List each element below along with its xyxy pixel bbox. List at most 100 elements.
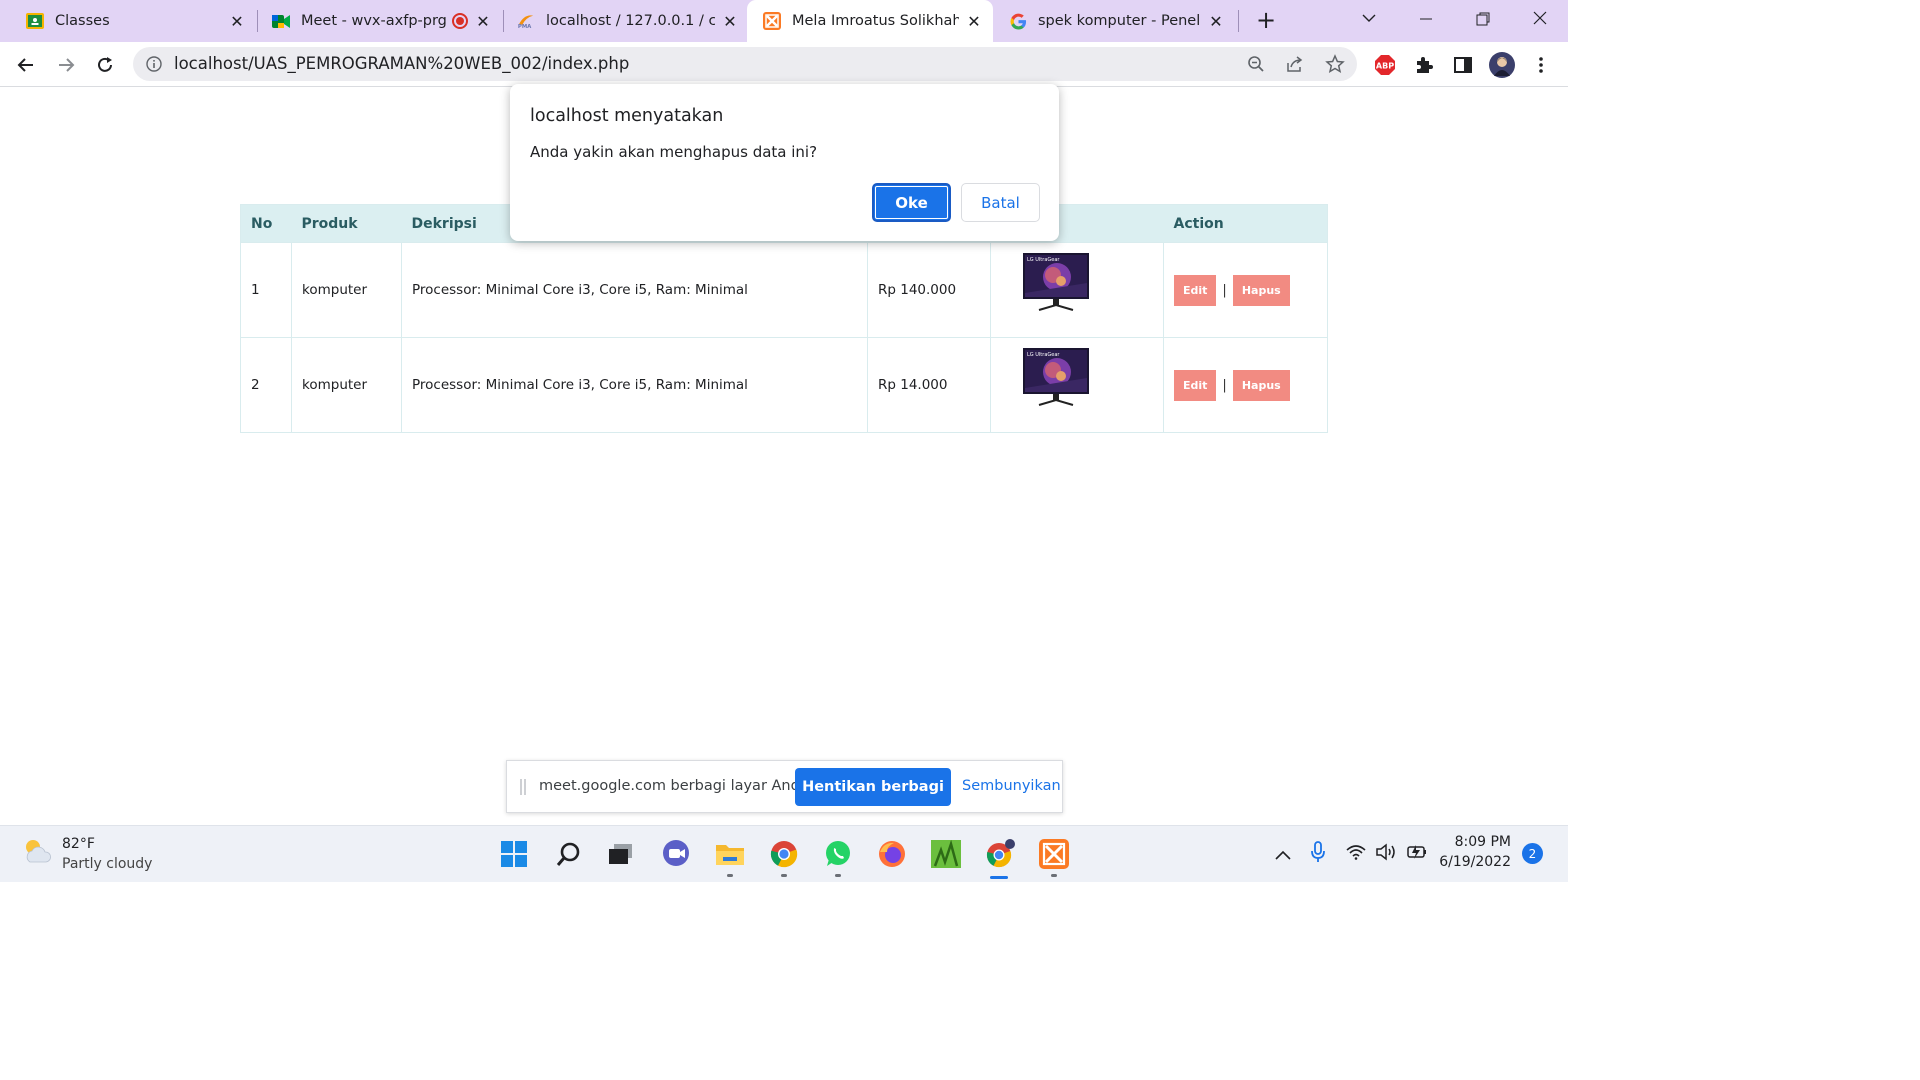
close-icon[interactable]: ✕ — [474, 12, 492, 31]
whatsapp-icon[interactable] — [822, 838, 854, 870]
task-view-icon[interactable] — [604, 838, 636, 870]
action-separator: | — [1222, 377, 1227, 393]
share-icon[interactable] — [1286, 55, 1304, 77]
recording-icon — [452, 13, 468, 29]
svg-text:PMA: PMA — [518, 24, 532, 29]
hapus-button[interactable]: Hapus — [1232, 274, 1290, 306]
chrome-icon[interactable] — [768, 838, 800, 870]
back-icon[interactable] — [12, 51, 40, 79]
chrome-profile-icon[interactable] — [984, 838, 1016, 870]
table-row: 1 komputer Processor: Minimal Core i3, C… — [240, 242, 1328, 338]
address-bar[interactable]: localhost/UAS_PEMROGRAMAN%20WEB_002/inde… — [133, 47, 1357, 81]
extensions-puzzle-icon[interactable] — [1410, 51, 1438, 79]
profile-avatar[interactable] — [1488, 51, 1516, 79]
cell-deskripsi: Processor: Minimal Core i3, Core i5, Ram… — [401, 337, 868, 433]
tab-classes[interactable]: Classes ✕ — [14, 0, 252, 42]
active-indicator — [990, 876, 1008, 879]
close-icon[interactable]: ✕ — [1207, 12, 1225, 31]
edit-button[interactable]: Edit — [1174, 369, 1217, 401]
cell-no: 2 — [240, 337, 292, 433]
battery-icon[interactable] — [1405, 844, 1429, 864]
cell-harga: Rp 140.000 — [867, 242, 991, 338]
new-tab-button[interactable]: + — [1253, 8, 1279, 34]
dialog-message: Anda yakin akan menghapus data ini? — [530, 143, 818, 161]
reload-icon[interactable] — [91, 51, 119, 79]
cell-harga: Rp 14.000 — [867, 337, 991, 433]
xampp-icon — [763, 12, 781, 30]
running-indicator — [781, 874, 787, 877]
weather-temp[interactable]: 82°F — [62, 836, 95, 852]
file-explorer-icon[interactable] — [714, 838, 746, 870]
minimize-icon[interactable] — [1419, 11, 1433, 30]
svg-text:LG UltraGear: LG UltraGear — [1027, 257, 1060, 263]
share-status-text: meet.google.com berbagi layar Anda. — [539, 778, 814, 794]
close-icon[interactable]: ✕ — [965, 12, 983, 31]
bookmark-star-icon[interactable] — [1325, 54, 1345, 78]
firefox-icon[interactable] — [876, 838, 908, 870]
zoom-icon[interactable] — [1247, 55, 1265, 77]
search-icon[interactable] — [553, 838, 585, 870]
partly-cloudy-icon[interactable] — [22, 838, 52, 868]
cell-gambar: LG UltraGear — [990, 337, 1164, 433]
cell-no: 1 — [240, 242, 292, 338]
notification-badge[interactable]: 2 — [1522, 843, 1543, 864]
tab-active-xampp[interactable]: Mela Imroatus Solikhah_0 ✕ — [747, 0, 993, 42]
clock-time[interactable]: 8:09 PM — [1447, 834, 1511, 850]
green-app-icon[interactable] — [930, 838, 962, 870]
ok-button[interactable]: Oke — [872, 183, 951, 222]
confirm-dialog: localhost menyatakan Anda yakin akan men… — [510, 84, 1059, 241]
teams-chat-icon[interactable] — [660, 838, 692, 870]
browser-toolbar: localhost/UAS_PEMROGRAMAN%20WEB_002/inde… — [0, 42, 1568, 87]
windows-start-icon[interactable] — [498, 838, 530, 870]
chevron-up-icon[interactable] — [1274, 846, 1292, 865]
microphone-icon[interactable] — [1309, 841, 1327, 867]
edit-button[interactable]: Edit — [1174, 274, 1217, 306]
header-no: No — [240, 204, 292, 243]
table-row: 2 komputer Processor: Minimal Core i3, C… — [240, 337, 1328, 433]
cell-gambar: LG UltraGear — [990, 242, 1164, 338]
weather-desc[interactable]: Partly cloudy — [62, 856, 152, 872]
phpmyadmin-icon: PMA — [517, 12, 535, 30]
menu-dots-icon[interactable] — [1527, 51, 1555, 79]
wifi-icon[interactable] — [1346, 844, 1366, 864]
info-icon[interactable] — [146, 56, 162, 76]
adblock-plus-icon[interactable]: ABP — [1371, 51, 1399, 79]
cell-produk: komputer — [291, 337, 402, 433]
forward-icon[interactable] — [52, 51, 80, 79]
running-indicator — [727, 874, 733, 877]
google-meet-icon — [272, 12, 290, 30]
close-icon[interactable]: ✕ — [228, 12, 246, 31]
windows-taskbar: 82°F Partly cloudy 8:09 PM 6/19/2022 2 — [0, 825, 1568, 882]
cell-deskripsi: Processor: Minimal Core i3, Core i5, Ram… — [401, 242, 868, 338]
drag-handle-icon[interactable] — [519, 779, 527, 799]
tab-search-icon[interactable] — [1361, 10, 1381, 30]
xampp-taskbar-icon[interactable] — [1038, 838, 1070, 870]
clock-date[interactable]: 6/19/2022 — [1437, 854, 1511, 870]
running-indicator — [1051, 874, 1057, 877]
cancel-button[interactable]: Batal — [961, 183, 1040, 222]
volume-icon[interactable] — [1375, 843, 1397, 865]
action-separator: | — [1222, 282, 1227, 298]
tab-meet[interactable]: Meet - wvx-axfp-prg ✕ — [258, 0, 498, 42]
close-window-icon[interactable] — [1532, 10, 1548, 30]
dialog-title: localhost menyatakan — [530, 106, 724, 126]
stop-sharing-button[interactable]: Hentikan berbagi — [795, 768, 951, 806]
hide-button[interactable]: Sembunyikan — [962, 778, 1061, 794]
header-produk: Produk — [291, 204, 402, 243]
monitor-image: LG UltraGear — [1023, 348, 1089, 410]
tab-google-search[interactable]: spek komputer - Penelusu ✕ — [995, 0, 1231, 42]
close-icon[interactable]: ✕ — [721, 12, 739, 31]
tab-strip: Classes ✕ Meet - wvx-axfp-prg ✕ PMA loca… — [0, 0, 1568, 42]
monitor-image: LG UltraGear — [1023, 253, 1089, 315]
cell-action: Edit | Hapus — [1163, 337, 1328, 433]
hapus-button[interactable]: Hapus — [1232, 369, 1290, 401]
svg-text:LG UltraGear: LG UltraGear — [1027, 352, 1060, 358]
side-panel-icon[interactable] — [1449, 51, 1477, 79]
tab-phpmyadmin[interactable]: PMA localhost / 127.0.0.1 / cru ✕ — [505, 0, 745, 42]
screen-share-bar: meet.google.com berbagi layar Anda. Hent… — [506, 760, 1063, 813]
restore-icon[interactable] — [1476, 11, 1490, 30]
running-indicator — [835, 874, 841, 877]
tab-label: Mela Imroatus Solikhah_0 — [792, 13, 959, 29]
cell-action: Edit | Hapus — [1163, 242, 1328, 338]
google-classroom-icon — [26, 12, 44, 30]
